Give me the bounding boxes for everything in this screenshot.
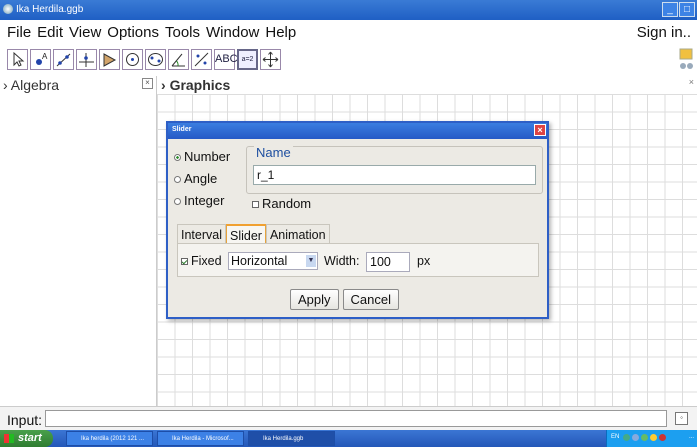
menu-window[interactable]: Window <box>206 24 259 41</box>
fixed-checkbox[interactable]: Fixed <box>181 254 222 268</box>
app-icon <box>3 4 13 14</box>
tab-interval[interactable]: Interval <box>177 224 226 244</box>
name-group: Name r_1 <box>246 145 543 194</box>
menu-view[interactable]: View <box>69 24 101 41</box>
radio-icon <box>174 198 181 206</box>
menu-edit[interactable]: Edit <box>37 24 63 41</box>
tray-icon[interactable] <box>659 434 666 441</box>
radio-integer[interactable]: Integer <box>174 193 224 208</box>
sign-in-link[interactable]: Sign in.. <box>637 24 691 41</box>
radio-angle[interactable]: Angle <box>174 171 217 186</box>
dialog-buttons: Apply Cancel <box>290 289 399 310</box>
window-title: Ika Herdila.ggb <box>16 4 84 15</box>
menu-file[interactable]: File <box>7 24 31 41</box>
slider-dialog: Slider × Number Angle Integer Name r_1 R… <box>166 121 549 319</box>
menu-tools[interactable]: Tools <box>165 24 200 41</box>
radio-number[interactable]: Number <box>174 149 230 164</box>
input-help-icon[interactable]: ◦ <box>675 412 688 425</box>
windows-flag-icon <box>4 434 14 443</box>
clock[interactable]: ... <box>689 434 694 440</box>
slider-tool-icon[interactable]: a=2 <box>237 49 258 70</box>
dialog-tabs: Interval Slider Animation <box>177 224 330 245</box>
width-field[interactable]: 100 <box>366 252 410 272</box>
close-panel-icon[interactable]: × <box>142 78 153 89</box>
width-label: Width: <box>324 254 360 268</box>
name-field[interactable]: r_1 <box>253 165 536 185</box>
name-legend: Name <box>254 145 293 160</box>
polygon-tool-icon[interactable] <box>99 49 120 70</box>
ellipse-tool-icon[interactable] <box>145 49 166 70</box>
chevron-down-icon[interactable]: ▼ <box>306 255 316 267</box>
graphics-panel-header: › Graphics × <box>157 76 697 94</box>
maximize-button[interactable]: □ <box>679 2 695 17</box>
slider-tab-panel: Fixed Horizontal ▼ Width: 100 px <box>177 243 539 277</box>
menu-options[interactable]: Options <box>107 24 159 41</box>
move-tool-icon[interactable] <box>7 49 28 70</box>
radio-icon <box>174 176 181 184</box>
close-graphics-icon[interactable]: × <box>689 77 694 87</box>
dialog-titlebar: Slider × <box>168 123 547 139</box>
start-button[interactable]: start <box>0 430 53 447</box>
menu-bar: File Edit View Options Tools Window Help… <box>0 20 697 44</box>
system-tray: EN ... <box>606 430 697 447</box>
language-indicator[interactable]: EN <box>611 434 619 440</box>
tab-animation[interactable]: Animation <box>265 224 330 244</box>
tray-icon[interactable] <box>623 434 630 441</box>
taskbar: start Ika herdila (2012 121 ... Ika Herd… <box>0 430 697 447</box>
random-checkbox[interactable]: Random <box>252 196 311 211</box>
taskbar-item-folder[interactable]: Ika herdila (2012 121 ... <box>66 431 153 446</box>
apply-button[interactable]: Apply <box>290 289 339 310</box>
input-field[interactable] <box>45 410 667 427</box>
checkbox-icon <box>252 201 259 209</box>
window-titlebar: Ika Herdila.ggb _ □ <box>0 0 697 20</box>
taskbar-item-geogebra[interactable]: Ika Herdila.ggb <box>248 431 335 446</box>
angle-tool-icon[interactable] <box>168 49 189 70</box>
tray-icon[interactable] <box>650 434 657 441</box>
undo-redo-icons[interactable] <box>679 48 693 72</box>
move-graphics-tool-icon[interactable] <box>260 49 281 70</box>
close-icon[interactable]: × <box>534 124 546 136</box>
checkbox-checked-icon <box>181 258 188 266</box>
input-bar: Input: ◦ <box>0 406 697 431</box>
tray-icon[interactable] <box>632 434 639 441</box>
circle-tool-icon[interactable] <box>122 49 143 70</box>
minimize-button[interactable]: _ <box>662 2 678 17</box>
algebra-title[interactable]: › Algebra <box>3 77 59 93</box>
tray-icon[interactable] <box>641 434 648 441</box>
perpendicular-tool-icon[interactable] <box>76 49 97 70</box>
taskbar-item-word[interactable]: Ika Herdila - Microsof... <box>157 431 244 446</box>
text-tool-icon[interactable]: ABC <box>214 49 238 70</box>
toolbar: A ABC a=2 <box>0 44 697 76</box>
reflect-tool-icon[interactable] <box>191 49 212 70</box>
radio-selected-icon <box>174 154 181 162</box>
algebra-view[interactable] <box>0 94 157 406</box>
line-tool-icon[interactable] <box>53 49 74 70</box>
svg-text:A: A <box>42 52 48 61</box>
point-tool-icon[interactable]: A <box>30 49 51 70</box>
width-unit: px <box>417 254 431 268</box>
graphics-title[interactable]: › Graphics <box>161 77 230 93</box>
input-label: Input: <box>7 412 43 428</box>
dialog-title: Slider <box>172 126 192 133</box>
tab-slider[interactable]: Slider <box>226 224 266 245</box>
orientation-select[interactable]: Horizontal ▼ <box>228 252 318 270</box>
algebra-panel-header: › Algebra × <box>0 76 157 94</box>
cancel-button[interactable]: Cancel <box>342 289 399 310</box>
menu-help[interactable]: Help <box>265 24 296 41</box>
